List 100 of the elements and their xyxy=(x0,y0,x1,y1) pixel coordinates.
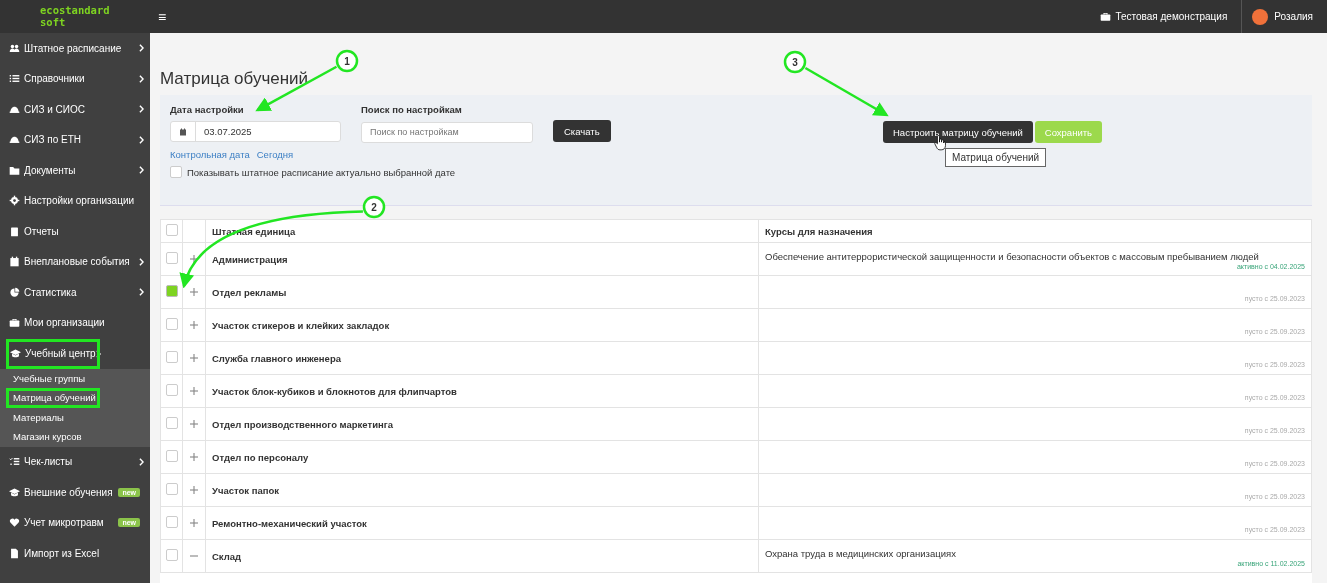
sidebar-item-label: Настройки организации xyxy=(24,195,136,207)
table-cell: Участок блок-кубиков и блокнотов для флипчартов xyxy=(205,374,759,408)
row-checkbox[interactable] xyxy=(166,351,178,363)
calendar-icon xyxy=(9,256,20,268)
submenu-item[interactable]: Магазин курсов xyxy=(6,427,100,447)
plus-icon[interactable] xyxy=(190,486,198,494)
sidebar-item-label: СИЗ по ЕТН xyxy=(24,134,82,146)
download-button[interactable]: Скачать xyxy=(553,120,611,142)
menu-icon[interactable]: ≡ xyxy=(158,8,1101,25)
annotation-marker: 3 xyxy=(783,50,807,74)
plus-icon[interactable] xyxy=(190,354,198,362)
briefcase-icon xyxy=(1100,11,1112,22)
field-label: Дата настройки xyxy=(170,104,245,115)
row-checkbox[interactable] xyxy=(166,483,178,495)
select-all-checkbox[interactable] xyxy=(166,224,178,236)
table-cell: Отдел рекламы xyxy=(205,275,759,309)
sidebar-item-label: Штатное расписание xyxy=(24,42,123,54)
sidebar-item-label: Документы xyxy=(24,164,77,176)
table-cell: Склад xyxy=(205,539,759,573)
course-name: Охрана труда в медицинских организациях xyxy=(765,547,957,559)
sidebar-item[interactable]: Внеплановые события xyxy=(0,246,150,277)
row-checkbox[interactable] xyxy=(166,417,178,429)
logo-text: ecostandard xyxy=(40,4,111,16)
excel-file-icon xyxy=(9,547,20,559)
sidebar-item-label: Мои организации xyxy=(24,317,106,329)
row-checkbox[interactable] xyxy=(166,318,178,330)
organization-name: Тестовая демонстрация xyxy=(1115,11,1228,22)
sidebar-item-label: Чек-листы xyxy=(24,456,74,468)
submenu-item[interactable]: Материалы xyxy=(6,407,100,427)
configure-matrix-button[interactable]: Настроить матрицу обучений xyxy=(883,121,1033,143)
sidebar-item[interactable]: Штатное расписание xyxy=(0,33,150,64)
sidebar-item[interactable]: Настройки организации xyxy=(0,185,150,216)
table-cell: Отдел по персоналу xyxy=(205,440,759,474)
date-link[interactable]: Сегодня xyxy=(256,149,294,160)
column-header: Курсы для назначения xyxy=(758,219,1312,243)
checkbox-label: Показывать штатное расписание актуально выбранной дате xyxy=(187,166,456,178)
sidebar-item[interactable]: Мои организации xyxy=(0,307,150,338)
sidebar-item[interactable]: Отчеты xyxy=(0,216,150,247)
avatar-icon xyxy=(1252,8,1269,25)
sidebar-item[interactable]: Импорт из Excel xyxy=(0,538,150,569)
graduation-cap-icon xyxy=(10,348,21,360)
user-name: Розалия xyxy=(1274,11,1313,22)
date-link[interactable]: Контрольная дата xyxy=(170,149,250,160)
submenu-item[interactable]: Учебные группы xyxy=(6,368,100,388)
list-icon xyxy=(9,73,20,85)
sidebar-item[interactable]: Учебный центр xyxy=(6,339,100,369)
plus-icon[interactable] xyxy=(190,321,198,329)
sidebar-item-label: Учет микротравм xyxy=(24,517,105,529)
annotation-marker: 1 xyxy=(335,49,359,73)
sidebar-item[interactable]: Справочники xyxy=(0,63,150,94)
date-field[interactable]: 03.07.2025 xyxy=(170,121,341,142)
tooltip: Матрица обучений xyxy=(945,148,1047,167)
plus-icon[interactable] xyxy=(190,420,198,428)
table-cell: Участок стикеров и клейких закладок xyxy=(205,308,759,342)
checklist-icon xyxy=(9,456,20,468)
briefcase-icon xyxy=(9,317,20,329)
clipboard-icon xyxy=(9,225,20,237)
sidebar-item-label: Отчеты xyxy=(24,225,60,237)
submenu-item[interactable]: Матрица обучений xyxy=(6,388,100,408)
logo-text: soft xyxy=(40,16,67,28)
plus-icon[interactable] xyxy=(190,288,198,296)
row-checkbox[interactable] xyxy=(166,549,178,561)
heartbeat-icon xyxy=(9,517,20,529)
sidebar-item-label: Внеплановые события xyxy=(24,256,131,268)
pie-chart-icon xyxy=(9,286,20,298)
plus-icon[interactable] xyxy=(190,255,198,263)
row-checkbox[interactable] xyxy=(166,516,178,528)
organization-button[interactable]: Тестовая демонстрация xyxy=(1100,0,1243,33)
graduation-cap-icon xyxy=(9,486,20,498)
user-menu[interactable]: Розалия xyxy=(1242,8,1327,25)
sidebar-item[interactable]: СИЗ по ЕТН xyxy=(0,124,150,155)
table-cell: Служба главного инженера xyxy=(205,341,759,375)
sidebar-item-label: Справочники xyxy=(24,73,86,85)
sidebar-item-label: Статистика xyxy=(24,286,78,298)
users-icon xyxy=(9,42,20,54)
folder-icon xyxy=(9,164,20,176)
field-label: Поиск по настройкам xyxy=(361,104,463,115)
sidebar-item[interactable]: Документы xyxy=(0,155,150,186)
plus-icon[interactable] xyxy=(190,519,198,527)
sidebar-item[interactable]: СИЗ и СИОС xyxy=(0,94,150,125)
course-name: Обеспечение антитеррористической защищенности и безопасности объектов с массовым пребыванием людей xyxy=(765,250,1260,262)
annotation-marker: 2 xyxy=(362,195,386,219)
search-field[interactable]: Поиск по настройкам xyxy=(361,121,533,143)
helmet-icon xyxy=(9,134,20,146)
sidebar-item[interactable]: Статистика xyxy=(0,277,150,308)
row-checkbox[interactable] xyxy=(166,450,178,462)
plus-icon[interactable] xyxy=(190,387,198,395)
row-checkbox[interactable] xyxy=(166,252,178,264)
minus-icon[interactable] xyxy=(190,552,198,560)
row-checkbox[interactable] xyxy=(166,384,178,396)
checkbox[interactable] xyxy=(170,166,182,178)
row-checkbox[interactable] xyxy=(166,285,178,297)
table-cell: Участок папок xyxy=(205,473,759,507)
table-cell: Администрация xyxy=(205,242,759,276)
table-cell: Ремонтно-механический участок xyxy=(205,506,759,540)
calendar-icon xyxy=(179,127,187,136)
page-title: Матрица обучений xyxy=(160,69,310,89)
plus-icon[interactable] xyxy=(190,453,198,461)
sidebar-item-label: СИЗ и СИОС xyxy=(24,103,86,115)
sidebar-item[interactable]: Чек-листы xyxy=(0,446,150,477)
